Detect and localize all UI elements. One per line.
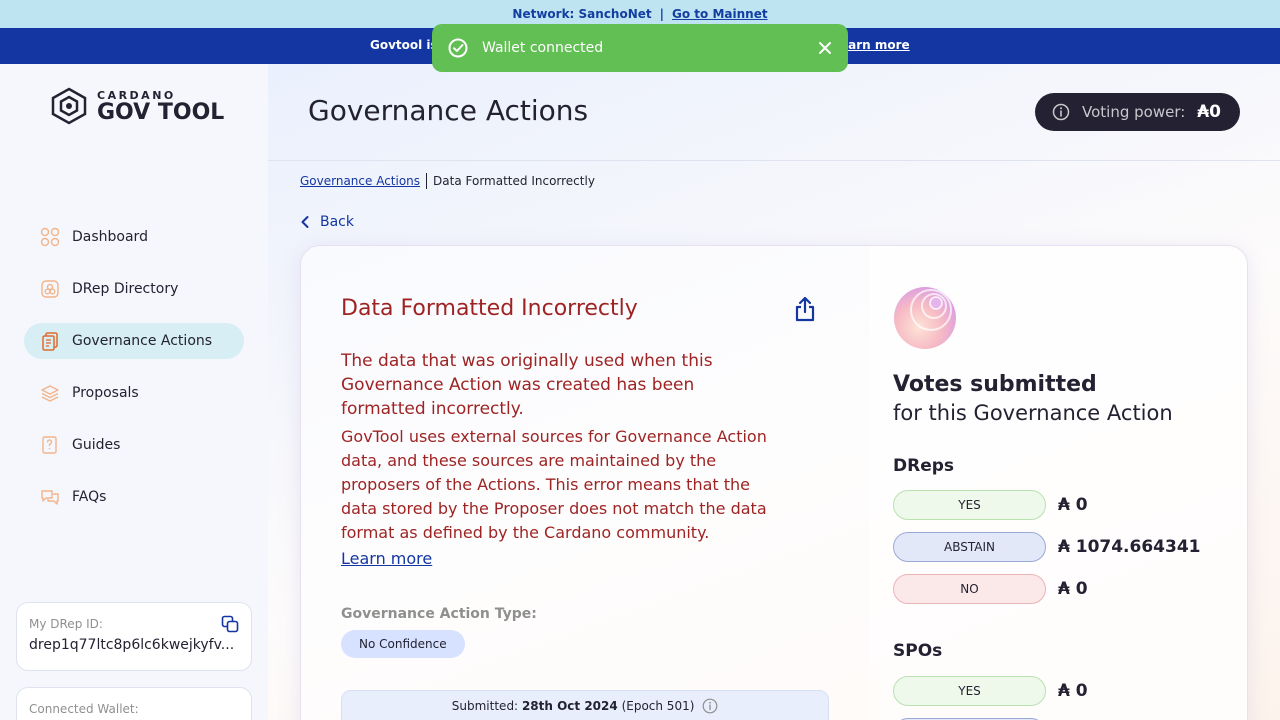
submitted-info: Submitted: 28th Oct 2024 (Epoch 501) (341, 690, 829, 720)
breadcrumb-parent-link[interactable]: Governance Actions (300, 174, 420, 188)
sidebar-nav: Dashboard DRep Directory Governance Acti… (24, 219, 244, 531)
drep-vote-no-row: NO ₳ 0 (893, 574, 1088, 604)
learn-more-link[interactable]: Learn more (341, 549, 432, 568)
action-type-chip: No Confidence (341, 630, 465, 658)
back-button[interactable]: Back (300, 214, 354, 230)
close-icon[interactable] (818, 41, 832, 55)
dashboard-icon (40, 227, 60, 247)
toast-message: Wallet connected (482, 40, 604, 56)
vote-yes-value: ₳ 0 (1058, 681, 1088, 701)
sidebar-item-drep-directory[interactable]: DRep Directory (24, 271, 244, 307)
network-label: Network: SanchoNet (512, 7, 652, 21)
votes-subtitle: for this Governance Action (893, 401, 1173, 425)
vote-abstain-value: ₳ 1074.664341 (1058, 537, 1201, 557)
sidebar-item-label: Guides (72, 437, 121, 453)
connected-wallet-card: Connected Wallet: (16, 687, 252, 720)
votes-panel: Votes submitted for this Governance Acti… (869, 246, 1247, 720)
banner-learn-more-link[interactable]: earn more (840, 38, 910, 52)
copy-icon[interactable] (221, 615, 239, 633)
back-label: Back (320, 214, 354, 230)
chevron-left-icon (301, 216, 309, 228)
spo-vote-yes-row: YES ₳ 0 (893, 676, 1088, 706)
drep-vote-abstain-row: ABSTAIN ₳ 1074.664341 (893, 532, 1201, 562)
breadcrumb-current: Data Formatted Incorrectly (433, 174, 595, 188)
governance-action-card: Data Formatted Incorrectly The data that… (300, 245, 1248, 720)
check-circle-icon (448, 38, 468, 58)
sidebar: CARDANO GOV TOOL Dashboard DRep Director… (0, 64, 268, 720)
share-icon[interactable] (793, 296, 817, 322)
connected-wallet-label: Connected Wallet: (29, 702, 139, 716)
vote-abstain-chip: ABSTAIN (893, 532, 1046, 562)
sidebar-item-proposals[interactable]: Proposals (24, 375, 244, 411)
voting-power-label: Voting power: (1082, 103, 1186, 121)
sidebar-item-dashboard[interactable]: Dashboard (24, 219, 244, 255)
sidebar-item-guides[interactable]: Guides (24, 427, 244, 463)
logo-bottom-text: GOV TOOL (97, 99, 225, 125)
drep-id-card: My DRep ID: drep1q77ltc8p6lc6kwejkyfv... (16, 602, 252, 671)
vote-yes-value: ₳ 0 (1058, 495, 1088, 515)
votes-orb-icon (894, 287, 956, 349)
voting-power-value: ₳0 (1197, 102, 1221, 122)
breadcrumb-divider (426, 173, 428, 189)
drep-id-value: drep1q77ltc8p6lc6kwejkyfv... (29, 637, 235, 653)
dreps-title: DReps (893, 456, 955, 476)
banner-text: Govtool is (370, 38, 438, 52)
go-to-mainnet-link[interactable]: Go to Mainnet (672, 7, 768, 21)
governance-actions-icon (42, 332, 58, 351)
voting-power-pill[interactable]: Voting power: ₳0 (1035, 93, 1240, 131)
vote-no-value: ₳ 0 (1058, 579, 1088, 599)
drep-directory-icon (41, 280, 59, 298)
info-icon[interactable] (702, 698, 718, 714)
drep-vote-yes-row: YES ₳ 0 (893, 490, 1088, 520)
vote-yes-chip: YES (893, 676, 1046, 706)
sidebar-item-label: DRep Directory (72, 281, 179, 297)
page-title: Governance Actions (308, 94, 589, 127)
submitted-epoch: (Epoch 501) (621, 699, 695, 713)
drep-id-label: My DRep ID: (29, 617, 103, 631)
sidebar-item-label: FAQs (72, 489, 107, 505)
network-separator: | (659, 7, 665, 21)
govtool-logo[interactable]: CARDANO GOV TOOL (48, 86, 224, 126)
page-header: Governance Actions Voting power: ₳0 (268, 64, 1280, 161)
vote-yes-chip: YES (893, 490, 1046, 520)
votes-title: Votes submitted (893, 372, 1097, 397)
action-details: Data Formatted Incorrectly The data that… (301, 246, 869, 720)
error-description: GovTool uses external sources for Govern… (341, 427, 767, 542)
error-title: Data Formatted Incorrectly (341, 296, 638, 321)
vote-no-chip: NO (893, 574, 1046, 604)
sidebar-item-faqs[interactable]: FAQs (24, 479, 244, 515)
info-icon (1052, 103, 1070, 121)
main-content: Governance Actions Voting power: ₳0 Gove… (268, 64, 1280, 720)
error-subtitle: The data that was originally used when t… (341, 351, 713, 419)
proposals-icon (41, 385, 59, 402)
spos-title: SPOs (893, 641, 943, 661)
sidebar-item-label: Governance Actions (72, 333, 213, 349)
sidebar-item-label: Proposals (72, 385, 139, 401)
wallet-connected-toast: Wallet connected (432, 24, 848, 72)
action-type-label: Governance Action Type: (341, 606, 537, 622)
submitted-label: Submitted: (451, 699, 519, 713)
submitted-date: 28th Oct 2024 (521, 699, 618, 713)
guides-icon (42, 436, 57, 454)
cardano-hex-icon (51, 87, 87, 125)
breadcrumb: Governance Actions Data Formatted Incorr… (300, 173, 595, 189)
faqs-icon (41, 490, 59, 505)
sidebar-item-governance-actions[interactable]: Governance Actions (24, 323, 244, 359)
sidebar-item-label: Dashboard (72, 229, 148, 245)
